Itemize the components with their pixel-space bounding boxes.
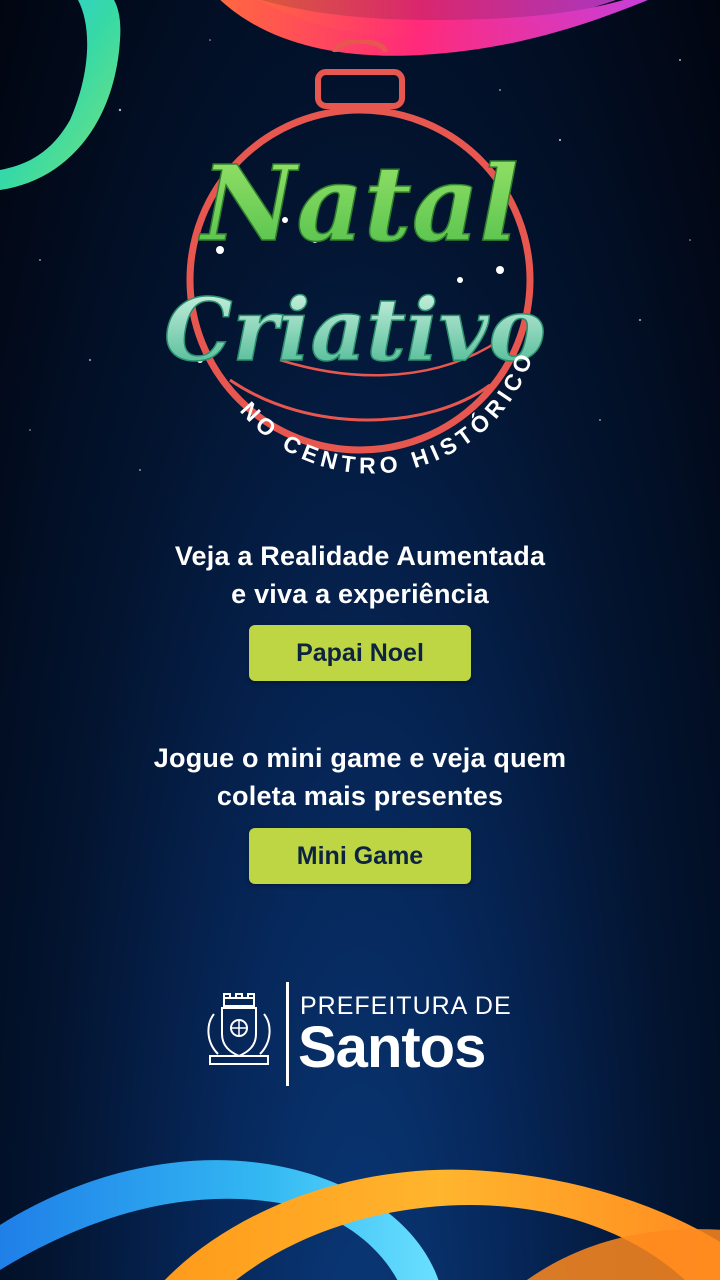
game-description-line2: coleta mais presentes	[216, 781, 504, 811]
ar-description: Veja a Realidade Aumentada e viva a expe…	[0, 537, 720, 613]
mini-game-button[interactable]: Mini Game	[249, 828, 471, 884]
prefeitura-santos-logo: PREFEITURA DE Santos	[200, 982, 530, 1086]
game-description: Jogue o mini game e veja quem coleta mai…	[0, 739, 720, 815]
logo-line-natal: Natal	[198, 142, 518, 265]
city-label: Santos	[298, 1015, 486, 1080]
footer-divider	[286, 982, 289, 1086]
logo-line-criativo: Criativo	[164, 280, 546, 381]
ar-description-line1: Veja a Realidade Aumentada	[174, 541, 546, 571]
city-crest-icon	[207, 993, 271, 1065]
papai-noel-button[interactable]: Papai Noel	[249, 625, 471, 681]
game-description-line1: Jogue o mini game e veja quem	[153, 743, 567, 773]
natal-criativo-logo: Natal Criativo NO CENTRO HISTÓRICO	[160, 40, 560, 480]
ar-description-line2: e viva a experiência	[231, 579, 489, 609]
